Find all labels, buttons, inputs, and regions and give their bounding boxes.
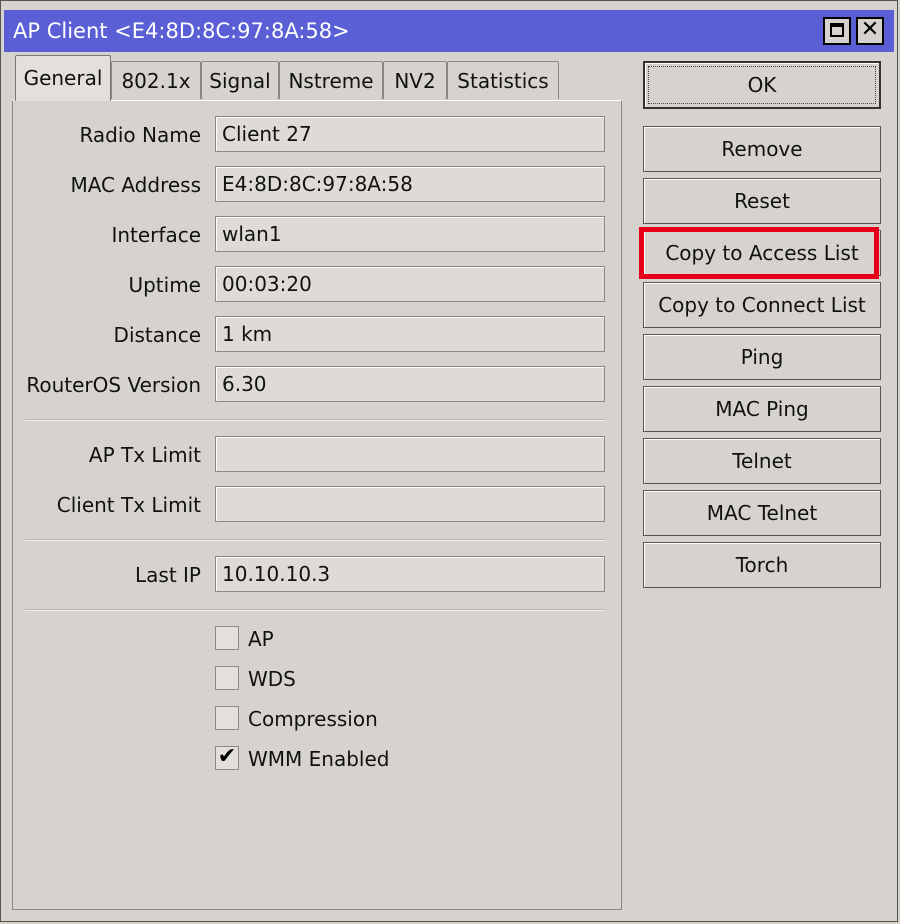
title-bar[interactable]: AP Client <E4:8D:8C:97:8A:58> ✕ [4,10,894,52]
routeros-version-field[interactable]: 6.30 [215,366,605,402]
reset-button[interactable]: Reset [643,178,881,224]
compression-checkbox-label: Compression [248,707,378,731]
distance-label: Distance [113,323,201,347]
wmm-enabled-checkbox[interactable]: ✔ [215,746,239,770]
last-ip-field[interactable]: 10.10.10.3 [215,556,605,592]
tab-nv2[interactable]: NV2 [383,61,447,99]
separator [25,539,605,541]
ok-button[interactable]: OK [643,61,881,109]
mac-ping-button[interactable]: MAC Ping [643,386,881,432]
wds-checkbox[interactable] [215,666,239,690]
copy-to-connect-list-button[interactable]: Copy to Connect List [643,282,881,328]
maximize-icon [830,23,844,37]
tab-statistics[interactable]: Statistics [447,61,559,99]
maximize-button[interactable] [823,17,851,45]
mac-address-field[interactable]: E4:8D:8C:97:8A:58 [215,166,605,202]
radio-name-field[interactable]: Client 27 [215,116,605,152]
last-ip-label: Last IP [135,563,201,587]
uptime-label: Uptime [128,273,201,297]
close-icon: ✕ [860,17,880,42]
separator [25,609,605,611]
ping-button[interactable]: Ping [643,334,881,380]
tab-nstreme[interactable]: Nstreme [279,61,383,99]
tab-signal[interactable]: Signal [201,61,279,99]
tab-802-1x[interactable]: 802.1x [111,61,201,99]
remove-button[interactable]: Remove [643,126,881,172]
wds-checkbox-label: WDS [248,667,296,691]
wmm-enabled-checkbox-label: WMM Enabled [248,747,390,771]
interface-label: Interface [111,223,201,247]
radio-name-label: Radio Name [79,123,201,147]
checkmark-icon: ✔ [217,744,237,769]
window-title: AP Client <E4:8D:8C:97:8A:58> [13,19,350,43]
telnet-button[interactable]: Telnet [643,438,881,484]
routeros-version-label: RouterOS Version [26,373,201,397]
torch-button[interactable]: Torch [643,542,881,588]
ap-checkbox[interactable] [215,626,239,650]
mac-telnet-button[interactable]: MAC Telnet [643,490,881,536]
distance-field[interactable]: 1 km [215,316,605,352]
interface-field[interactable]: wlan1 [215,216,605,252]
compression-checkbox[interactable] [215,706,239,730]
mac-address-label: MAC Address [70,173,201,197]
client-tx-limit-field[interactable] [215,486,605,522]
ap-client-window: AP Client <E4:8D:8C:97:8A:58> ✕ General … [0,0,898,922]
client-tx-limit-label: Client Tx Limit [56,493,201,517]
ok-button-label: OK [747,73,777,97]
uptime-field[interactable]: 00:03:20 [215,266,605,302]
separator [25,419,605,421]
ap-tx-limit-label: AP Tx Limit [88,443,201,467]
ap-checkbox-label: AP [248,627,274,651]
close-button[interactable]: ✕ [856,17,884,45]
copy-to-access-list-button[interactable]: Copy to Access List [643,230,881,276]
tab-general[interactable]: General [15,55,111,101]
ap-tx-limit-field[interactable] [215,436,605,472]
